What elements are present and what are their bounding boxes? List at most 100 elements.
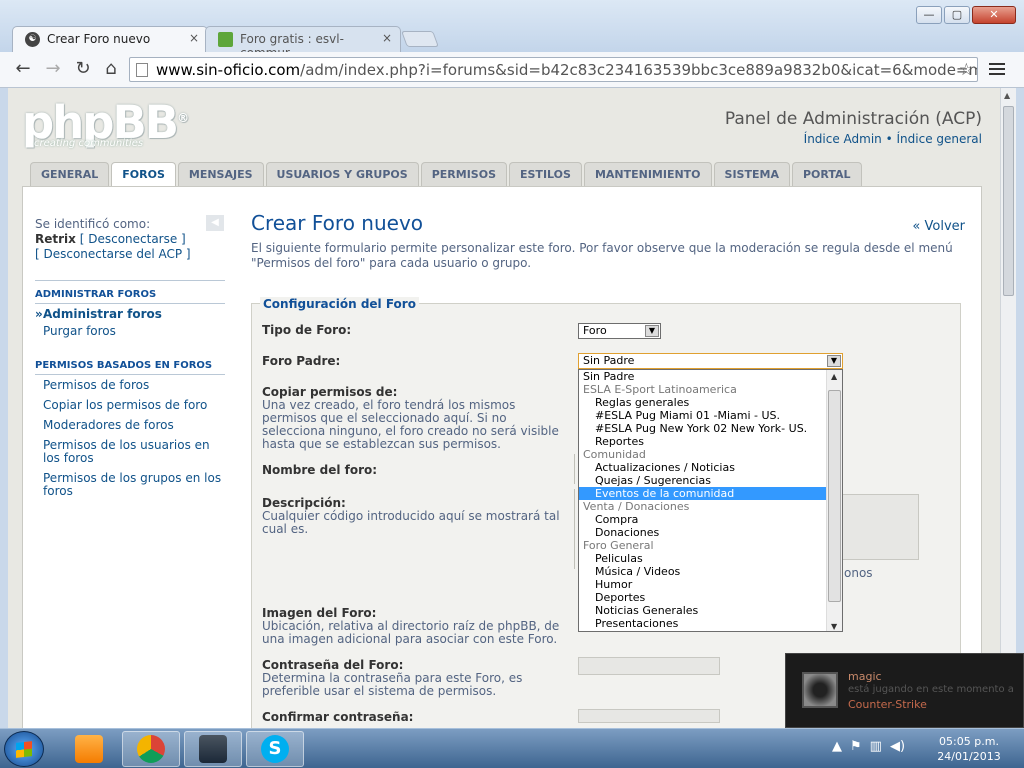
dropdown-group-header: ESLA E-Sport Latinoamerica: [583, 383, 737, 396]
tab-foros[interactable]: FOROS: [111, 162, 176, 187]
taskbar-steam[interactable]: [184, 731, 242, 767]
clock[interactable]: 05:05 p.m. 24/01/2013: [926, 734, 1012, 764]
tipo-foro-select[interactable]: Foro ▼: [578, 323, 661, 339]
sidebar-item-permisos-foros[interactable]: Permisos de foros: [35, 375, 225, 392]
forward-arrow-icon[interactable]: →: [42, 58, 64, 80]
dropdown-option[interactable]: Quejas / Sugerencias: [579, 474, 842, 487]
header-links[interactable]: Índice Admin • Índice general: [804, 132, 982, 146]
foro-padre-select[interactable]: Sin Padre ▼: [578, 353, 843, 369]
show-hidden-icons-icon[interactable]: ▲: [832, 739, 842, 754]
field-label: Nombre del foro:: [262, 463, 378, 477]
menu-icon[interactable]: [989, 60, 1005, 80]
skype-icon: S: [261, 735, 289, 763]
minimize-button[interactable]: —: [916, 6, 942, 24]
dropdown-option[interactable]: #ESLA Pug Miami 01 -Miami - US.: [579, 409, 842, 422]
descripcion-trailing-text: onos: [844, 566, 873, 580]
dropdown-option[interactable]: Peliculas: [579, 552, 842, 565]
intro-text: El siguiente formulario permite personal…: [251, 241, 953, 270]
dropdown-group-header: Foro General: [583, 539, 654, 552]
dropdown-option[interactable]: Eventos de la comunidad: [579, 487, 842, 500]
logout-acp-link[interactable]: [ Desconectarse del ACP ]: [35, 247, 225, 262]
notification-game: Counter-Strike: [848, 698, 927, 711]
chrome-icon: [137, 735, 165, 763]
volume-icon[interactable]: ◀): [890, 739, 905, 754]
foro-padre-dropdown-list[interactable]: Sin Padre ESLA E-Sport Latinoamerica Regla…: [578, 369, 843, 632]
field-desc: Una vez creado, el foro tendrá los mismo…: [262, 398, 559, 451]
flag-icon[interactable]: ⚑: [850, 739, 862, 754]
tab-crear-foro[interactable]: ☯ Crear Foro nuevo ×: [12, 26, 208, 52]
tab-sistema[interactable]: SISTEMA: [713, 162, 790, 186]
taskbar-chrome[interactable]: [122, 731, 180, 767]
phpbb-favicon-icon: ☯: [25, 32, 40, 47]
sidebar-item-moderadores[interactable]: Moderadores de foros: [35, 412, 225, 432]
dropdown-option[interactable]: Humor: [579, 578, 842, 591]
dropdown-option[interactable]: Donaciones: [579, 526, 842, 539]
field-copiar: Copiar permisos de: Una vez creado, el f…: [262, 386, 572, 451]
form-title: Crear Foro nuevo: [251, 211, 424, 235]
dropdown-option[interactable]: Reportes: [579, 435, 842, 448]
dropdown-scrollbar[interactable]: ▲ ▼: [826, 370, 842, 631]
tab-foro-gratis[interactable]: Foro gratis : esvl-commur ×: [205, 26, 401, 60]
sidebar-item-permisos-usuarios[interactable]: Permisos de los usuarios en los foros: [35, 432, 225, 465]
contrasena-input[interactable]: [578, 657, 720, 675]
dropdown-option[interactable]: Compra: [579, 513, 842, 526]
taskbar-media-player[interactable]: [60, 731, 118, 767]
maximize-button[interactable]: ▢: [944, 6, 970, 24]
close-tab-icon[interactable]: ×: [382, 31, 392, 45]
sidebar-item-copiar-permisos[interactable]: Copiar los permisos de foro: [35, 392, 225, 412]
bookmark-star-icon[interactable]: ☆: [959, 60, 974, 80]
dropdown-option[interactable]: Música / Videos: [579, 565, 842, 578]
field-desc: Cualquier código introducido aquí se mos…: [262, 509, 560, 536]
sidebar-item-administrar-foros[interactable]: Administrar foros: [35, 304, 225, 322]
start-button[interactable]: [4, 731, 44, 767]
field-desc: Determina la contraseña para este Foro, …: [262, 671, 523, 698]
sidebar-item-permisos-grupos[interactable]: Permisos de los grupos en los foros: [35, 465, 225, 498]
dropdown-option[interactable]: Actualizaciones / Noticias: [579, 461, 842, 474]
logo-tagline: creating communities: [34, 138, 144, 149]
field-divider: [574, 489, 575, 569]
logout-link[interactable]: [ Desconectarse ]: [80, 232, 186, 246]
collapse-sidebar-icon[interactable]: ◀: [206, 215, 224, 231]
scroll-up-icon[interactable]: ▲: [1004, 91, 1010, 100]
dropdown-option[interactable]: Presentaciones: [579, 617, 842, 630]
close-window-button[interactable]: ✕: [972, 6, 1016, 24]
address-bar[interactable]: www.sin-oficio.com/adm/index.php?i=forum…: [129, 57, 978, 82]
system-tray: ▲ ⚑ ▥ ◀): [832, 739, 905, 754]
dropdown-option[interactable]: Deportes: [579, 591, 842, 604]
steam-notification[interactable]: magic está jugando en este momento a Cou…: [785, 653, 1024, 728]
scroll-down-icon[interactable]: ▼: [831, 622, 837, 631]
dropdown-option[interactable]: #ESLA Pug New York 02 New York- US.: [579, 422, 842, 435]
descripcion-textarea[interactable]: [842, 494, 919, 560]
field-tipo: Tipo de Foro:: [262, 324, 572, 337]
network-icon[interactable]: ▥: [870, 739, 882, 754]
close-tab-icon[interactable]: ×: [189, 31, 199, 45]
scroll-up-icon[interactable]: ▲: [831, 372, 837, 381]
reload-icon[interactable]: ↻: [72, 58, 94, 80]
tab-permisos[interactable]: PERMISOS: [420, 162, 507, 186]
field-contrasena: Contraseña del Foro: Determina la contra…: [262, 659, 572, 698]
new-tab-button[interactable]: [401, 31, 439, 47]
dropdown-option[interactable]: Sin Padre: [579, 370, 842, 383]
scroll-thumb[interactable]: [828, 390, 841, 602]
taskbar: S ▲ ⚑ ▥ ◀) 05:05 p.m. 24/01/2013: [0, 728, 1024, 768]
confirmar-contrasena-input[interactable]: [578, 709, 720, 723]
sidebar-item-purgar-foros[interactable]: Purgar foros: [35, 321, 225, 338]
tab-usuarios-grupos[interactable]: USUARIOS Y GRUPOS: [265, 162, 419, 186]
section-permisos-foros: PERMISOS BASADOS EN FOROS: [35, 360, 225, 375]
url-host: www.sin-oficio.com: [156, 61, 301, 79]
home-icon[interactable]: ⌂: [100, 58, 122, 80]
tab-mensajes[interactable]: MENSAJES: [177, 162, 264, 186]
tab-general[interactable]: GENERAL: [30, 162, 110, 186]
tab-estilos[interactable]: ESTILOS: [509, 162, 582, 186]
page-title: Panel de Administración (ACP): [724, 109, 982, 129]
taskbar-skype[interactable]: S: [246, 731, 304, 767]
back-arrow-icon[interactable]: ←: [12, 58, 34, 80]
field-desc: Ubicación, relativa al directorio raíz d…: [262, 619, 560, 646]
tab-mantenimiento[interactable]: MANTENIMIENTO: [583, 162, 712, 186]
dropdown-option[interactable]: Noticias Generales: [579, 604, 842, 617]
tab-portal[interactable]: PORTAL: [791, 162, 862, 186]
back-link[interactable]: « Volver: [912, 219, 965, 234]
scroll-thumb[interactable]: [1003, 106, 1014, 296]
page-scrollbar[interactable]: ▲: [1000, 88, 1016, 728]
dropdown-option[interactable]: Reglas generales: [579, 396, 842, 409]
